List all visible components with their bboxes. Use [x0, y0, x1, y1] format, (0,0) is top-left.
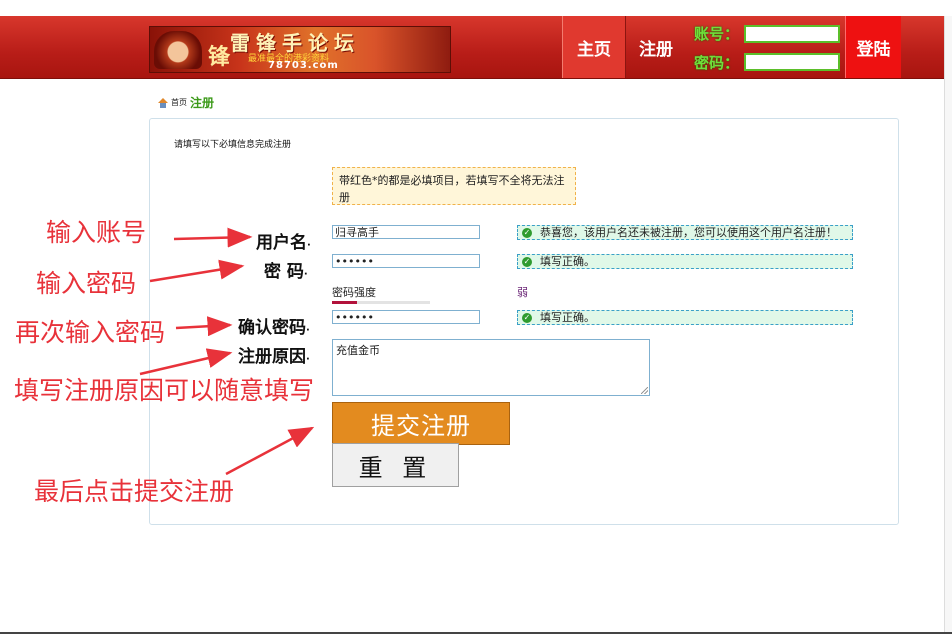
arrow-to-submit	[225, 426, 315, 476]
arrow-to-confirm	[175, 316, 233, 337]
scrollbar-track[interactable]	[944, 16, 952, 634]
arrow-to-username	[173, 227, 253, 248]
arrow-to-reason	[139, 348, 233, 376]
arrow-to-password	[149, 259, 245, 283]
annotation-arrows	[139, 227, 315, 476]
